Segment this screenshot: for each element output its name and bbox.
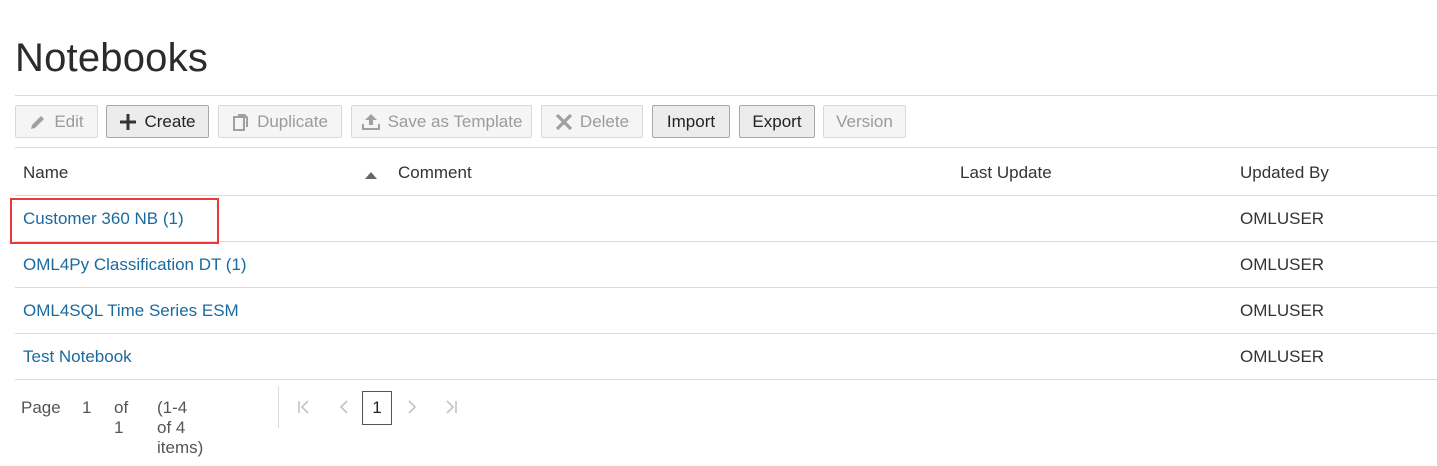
next-page-icon[interactable] (405, 400, 419, 419)
upload-icon (361, 113, 381, 131)
edit-label: Edit (54, 111, 84, 131)
table-row[interactable]: Test Notebook OMLUSER (15, 334, 1437, 380)
column-header-last-update[interactable]: Last Update (960, 163, 1052, 183)
duplicate-button[interactable]: Duplicate (218, 105, 342, 138)
highlight-box (10, 198, 219, 244)
notebook-updated-by: OMLUSER (1240, 209, 1325, 228)
last-page-icon[interactable] (444, 400, 458, 419)
first-page-icon[interactable] (297, 400, 311, 419)
create-button[interactable]: Create (106, 105, 209, 138)
page-label: Page (21, 398, 61, 417)
column-header-comment[interactable]: Comment (398, 163, 472, 183)
column-header-name[interactable]: Name (23, 163, 68, 183)
plus-icon (119, 113, 137, 131)
notebook-name-link[interactable]: OML4Py Classification DT (1) (23, 255, 247, 275)
create-label: Create (144, 111, 196, 131)
notebook-updated-by: OMLUSER (1240, 301, 1325, 320)
sort-ascending-icon[interactable] (364, 168, 378, 186)
pencil-icon (29, 113, 47, 131)
delete-button[interactable]: Delete (541, 105, 643, 138)
close-icon (555, 113, 573, 131)
version-button[interactable]: Version (823, 105, 906, 138)
previous-page-icon[interactable] (337, 400, 351, 419)
table-row[interactable]: Customer 360 NB (1) OMLUSER (15, 196, 1437, 242)
table-row[interactable]: OML4Py Classification DT (1) OMLUSER (15, 242, 1437, 288)
current-page-button[interactable]: 1 (362, 391, 392, 425)
import-button[interactable]: Import (652, 105, 730, 138)
title-divider (15, 95, 1437, 96)
export-button[interactable]: Export (739, 105, 815, 138)
notebook-updated-by: OMLUSER (1240, 255, 1325, 274)
pager-divider (278, 386, 279, 428)
column-header-updated-by[interactable]: Updated By (1240, 163, 1329, 183)
page-number-input[interactable]: 1 (82, 398, 91, 418)
save-as-template-label: Save as Template (387, 111, 523, 131)
toolbar-divider (15, 147, 1437, 148)
save-as-template-button[interactable]: Save as Template (351, 105, 532, 138)
copy-icon (232, 113, 250, 131)
page-range-label: (1-4 of 4 items) (157, 398, 204, 457)
notebook-name-link[interactable]: OML4SQL Time Series ESM (23, 301, 239, 321)
duplicate-label: Duplicate (257, 111, 328, 131)
edit-button[interactable]: Edit (15, 105, 98, 138)
delete-label: Delete (579, 111, 630, 131)
page-title: Notebooks (15, 36, 209, 80)
page-count-label: of 1 (114, 398, 129, 437)
table-row[interactable]: OML4SQL Time Series ESM OMLUSER (15, 288, 1437, 334)
notebook-updated-by: OMLUSER (1240, 347, 1325, 366)
notebook-name-link[interactable]: Test Notebook (23, 347, 132, 367)
